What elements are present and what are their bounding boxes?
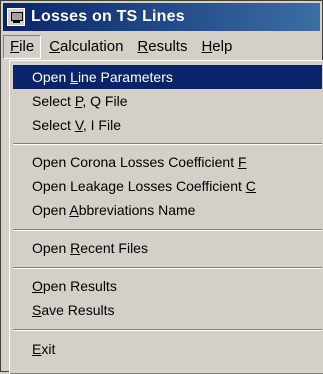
menu-item-open-leakage-losses-coefficient[interactable]: Open Leakage Losses Coefficient C <box>13 174 322 198</box>
app-window-icon[interactable] <box>7 8 25 26</box>
menu-separator <box>13 267 322 269</box>
menu-item-open-line-parameters[interactable]: Open Line Parameters <box>13 65 322 89</box>
menu-separator <box>13 229 322 231</box>
menu-bar: File Calculation Results Help <box>3 34 320 60</box>
menu-item-exit[interactable]: Exit <box>13 337 322 361</box>
title-bar[interactable]: Losses on TS Lines <box>3 3 320 31</box>
menu-item-save-results[interactable]: Save Results <box>13 298 322 322</box>
menu-help[interactable]: Help <box>195 36 238 58</box>
file-menu-dropdown: Open Line Parameters Select P, Q File Se… <box>9 60 323 374</box>
window-title: Losses on TS Lines <box>31 8 185 25</box>
menu-item-open-corona-losses-coefficient[interactable]: Open Corona Losses Coefficient F <box>13 150 322 174</box>
menu-item-select-vi-file[interactable]: Select V, I File <box>13 113 322 137</box>
menu-item-open-recent-files[interactable]: Open Recent Files <box>13 236 322 260</box>
app-window: Losses on TS Lines File Calculation Resu… <box>0 0 323 374</box>
menu-file[interactable]: File <box>3 35 42 59</box>
menu-item-select-pq-file[interactable]: Select P, Q File <box>13 89 322 113</box>
menu-calculation[interactable]: Calculation <box>43 36 129 58</box>
menu-separator <box>13 143 322 145</box>
menu-separator <box>13 329 322 331</box>
menu-item-open-abbreviations-name[interactable]: Open Abbreviations Name <box>13 198 322 222</box>
menu-results[interactable]: Results <box>131 36 193 58</box>
menu-item-open-results[interactable]: Open Results <box>13 274 322 298</box>
